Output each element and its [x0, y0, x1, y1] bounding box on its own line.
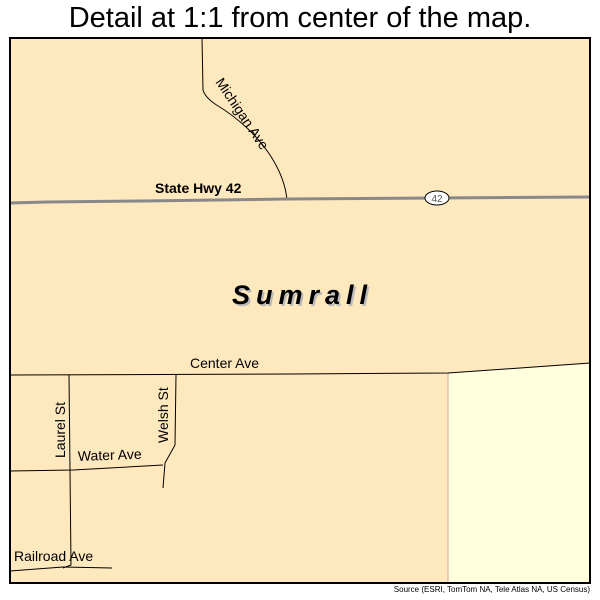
town-name-label: Sumrall: [232, 280, 373, 310]
center-ave-label: Center Ave: [190, 355, 259, 371]
source-attribution: Source (ESRI, TomTom NA, Tele Atlas NA, …: [393, 585, 590, 594]
highway-shield-icon: 42: [424, 190, 450, 206]
welsh-st-label: Welsh St: [155, 387, 171, 443]
state-hwy-42-label: State Hwy 42: [155, 180, 242, 196]
laurel-st-label: Laurel St: [52, 402, 68, 458]
adjacent-area: [448, 364, 590, 583]
highway-shield-label: 42: [431, 194, 443, 205]
map-canvas[interactable]: 42 State Hwy 42 Michigan Ave Sumrall Sum…: [0, 0, 600, 600]
railroad-ave-label: Railroad Ave: [14, 548, 93, 564]
water-ave-label: Water Ave: [78, 446, 143, 464]
